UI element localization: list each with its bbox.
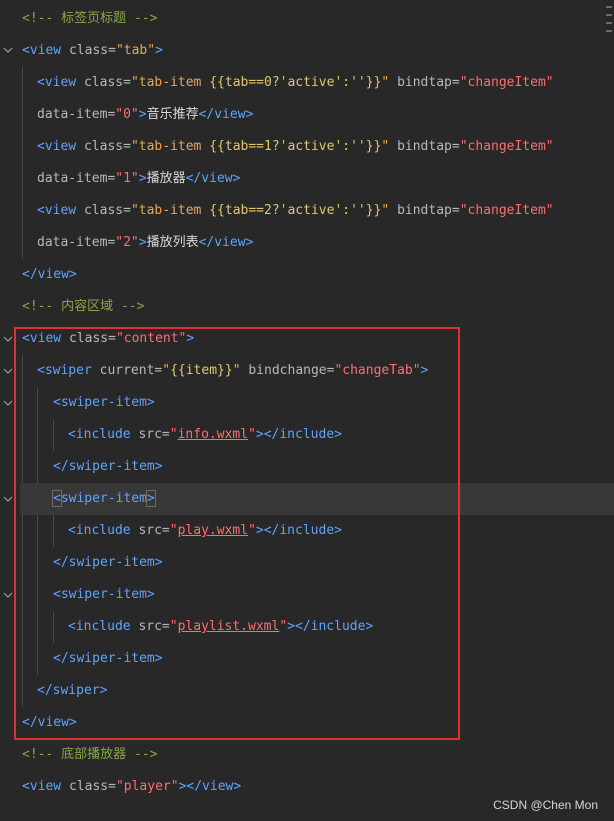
code-line[interactable]: </view>: [22, 259, 77, 291]
attr-value: "1": [115, 171, 139, 186]
code-line[interactable]: <!-- 底部播放器 -->: [22, 739, 157, 771]
tab-label-text: 音乐推荐: [146, 107, 199, 122]
code-line[interactable]: <view class="tab-item {{tab==0?'active':…: [37, 67, 554, 99]
comment: <!-- 内容区域 -->: [22, 299, 145, 314]
code-line[interactable]: data-item="1">播放器</view>: [37, 163, 240, 195]
binding-expression: {{tab==1?'active':''}}: [209, 139, 382, 154]
scrollbar-marks[interactable]: [606, 0, 612, 60]
attr-value: "changeItem": [459, 75, 554, 90]
binding-expression: {{tab==0?'active':''}}: [209, 75, 382, 90]
fold-arrow-icon[interactable]: [3, 590, 13, 600]
fold-arrow-icon[interactable]: [3, 398, 13, 408]
code-line[interactable]: data-item="2">播放列表</view>: [37, 227, 253, 259]
comment: <!-- 标签页标题 -->: [22, 11, 158, 26]
attr-value: "0": [115, 107, 139, 122]
tab-label-text: 播放列表: [146, 235, 199, 250]
attr-value: "changeItem": [459, 139, 554, 154]
indent-guide: [22, 67, 23, 259]
code-line[interactable]: data-item="0">音乐推荐</view>: [37, 99, 253, 131]
attr-value: "player": [115, 779, 179, 794]
comment: <!-- 底部播放器 -->: [22, 747, 158, 762]
watermark: CSDN @Chen Mon: [493, 798, 598, 812]
fold-arrow-icon[interactable]: [3, 45, 13, 55]
code-line[interactable]: <view class="tab">: [22, 35, 163, 67]
fold-arrow-icon[interactable]: [3, 366, 13, 376]
tab-label-text: 播放器: [146, 171, 186, 186]
attr-value: "changeItem": [459, 203, 554, 218]
code-line[interactable]: <!-- 内容区域 -->: [22, 291, 144, 323]
attr-value: "tab": [115, 43, 156, 58]
fold-arrow-icon[interactable]: [3, 334, 13, 344]
binding-expression: {{tab==2?'active':''}}: [209, 203, 382, 218]
attr-value: "2": [115, 235, 139, 250]
code-editor[interactable]: <!-- 标签页标题 --> <view class="tab"> <view …: [0, 0, 614, 821]
fold-arrow-icon[interactable]: [3, 494, 13, 504]
code-line[interactable]: <view class="tab-item {{tab==1?'active':…: [37, 131, 554, 163]
code-line[interactable]: <view class="tab-item {{tab==2?'active':…: [37, 195, 554, 227]
red-highlight-box: [14, 327, 460, 740]
code-line[interactable]: <!-- 标签页标题 -->: [22, 3, 157, 35]
code-line[interactable]: <view class="player"></view>: [22, 771, 241, 803]
